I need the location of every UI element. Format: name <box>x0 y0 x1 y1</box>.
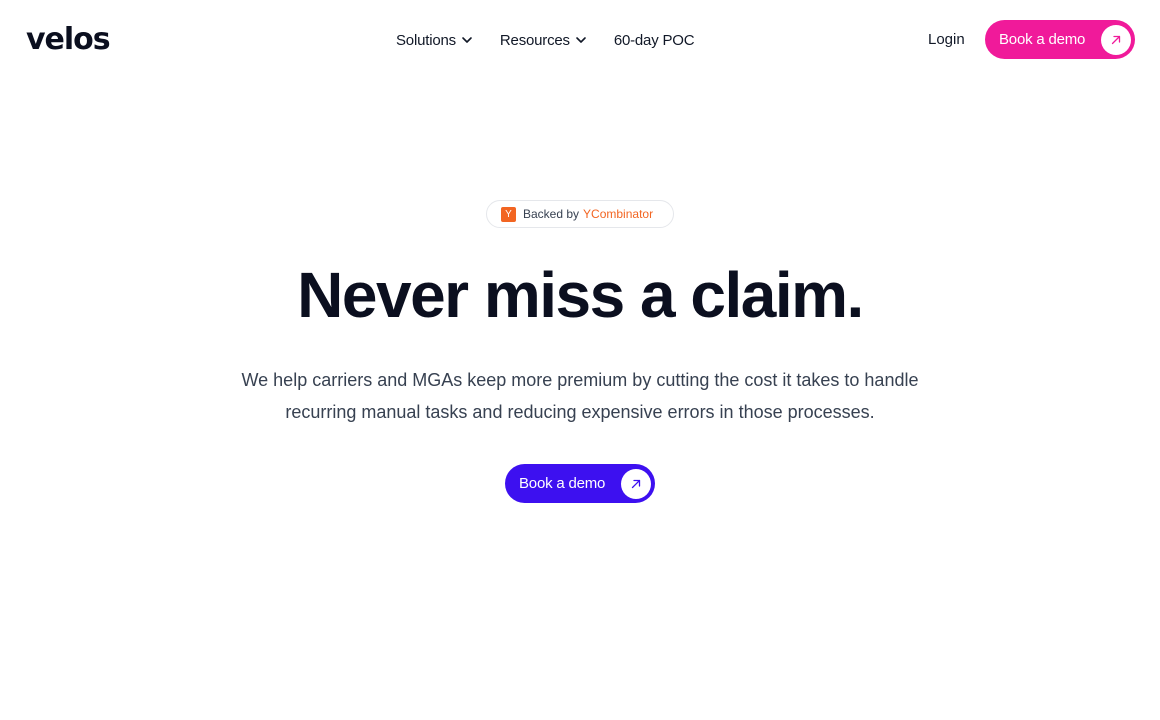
main-nav: Solutions Resources 60-day POC <box>396 30 695 50</box>
nav-poc[interactable]: 60-day POC <box>614 32 695 49</box>
login-link[interactable]: Login <box>928 30 965 50</box>
nav-solutions[interactable]: Solutions <box>396 32 474 49</box>
hero-book-demo-button[interactable]: Book a demo <box>505 464 655 503</box>
arrow-up-right-icon <box>621 468 651 499</box>
yc-badge: Y Backed by YCombinator <box>486 200 674 228</box>
ycombinator-logo-icon: Y <box>501 206 516 222</box>
header-book-demo-button[interactable]: Book a demo <box>985 20 1135 59</box>
badge-yc-name: YCombinator <box>583 207 654 221</box>
hero-book-demo-label: Book a demo <box>519 475 606 492</box>
badge-prefix: Backed by <box>523 207 580 221</box>
hero-subtext: We help carriers and MGAs keep more prem… <box>241 370 919 422</box>
nav-resources-label: Resources <box>499 31 570 49</box>
nav-solutions-label: Solutions <box>396 31 456 49</box>
chevron-down-icon <box>576 37 586 43</box>
header-book-demo-label: Book a demo <box>999 31 1086 48</box>
site-header: velos Solutions Resources 60-day POC Log… <box>0 0 1160 80</box>
hero-headline: Never miss a claim. <box>297 259 864 331</box>
nav-resources[interactable]: Resources <box>500 32 588 49</box>
velos-logo[interactable]: velos <box>26 22 111 58</box>
arrow-up-right-icon <box>1101 24 1131 55</box>
chevron-down-icon <box>462 37 472 43</box>
nav-poc-label: 60-day POC <box>613 31 695 49</box>
